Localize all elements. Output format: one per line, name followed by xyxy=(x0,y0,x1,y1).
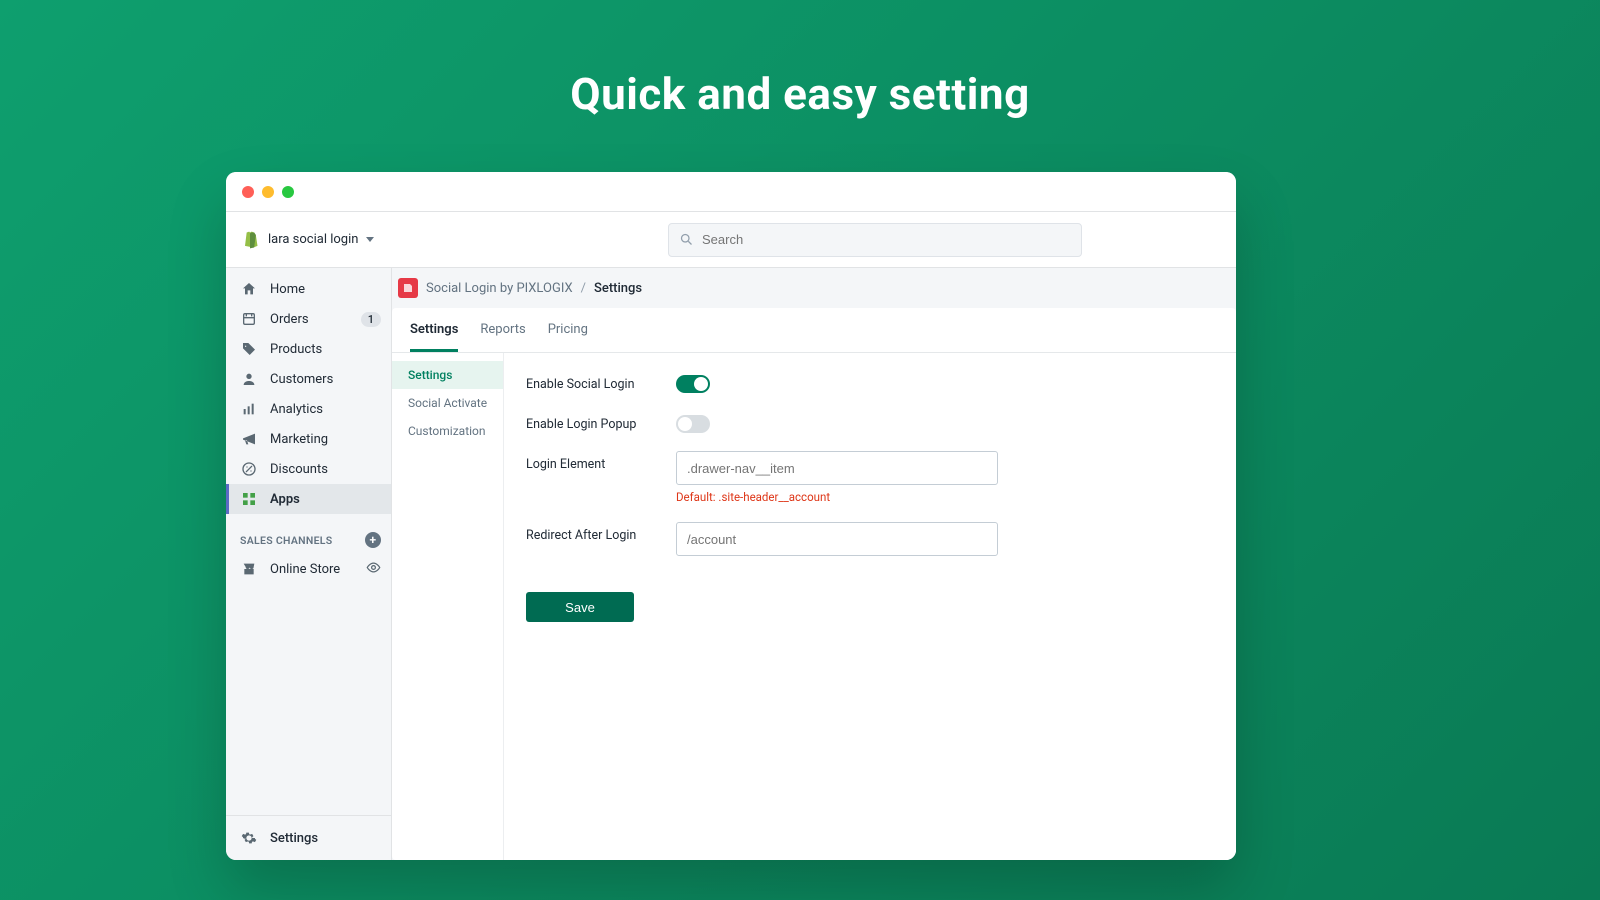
sidebar-item-home[interactable]: Home xyxy=(226,274,391,304)
sidebar-item-products[interactable]: Products xyxy=(226,334,391,364)
hero-title: Quick and easy setting xyxy=(0,0,1600,120)
login-element-input[interactable] xyxy=(676,451,998,485)
gear-icon xyxy=(240,829,258,847)
sidebar-item-analytics[interactable]: Analytics xyxy=(226,394,391,424)
store-picker[interactable]: lara social login xyxy=(240,229,374,251)
top-bar: lara social login xyxy=(226,212,1236,268)
app-window: lara social login Home Orders 1 xyxy=(226,172,1236,860)
discounts-icon xyxy=(240,460,258,478)
orders-icon xyxy=(240,310,258,328)
app-logo-icon xyxy=(398,278,418,298)
settings-subnav: Settings Social Activate Customization xyxy=(392,353,504,860)
subnav-social-activate[interactable]: Social Activate xyxy=(392,389,503,417)
sidebar-item-apps[interactable]: Apps xyxy=(226,484,391,514)
enable-login-popup-label: Enable Login Popup xyxy=(526,411,676,432)
minimize-icon[interactable] xyxy=(262,186,274,198)
sidebar-item-marketing[interactable]: Marketing xyxy=(226,424,391,454)
subnav-settings[interactable]: Settings xyxy=(392,361,503,389)
settings-form: Enable Social Login Enable Login Popup xyxy=(504,353,1236,860)
products-icon xyxy=(240,340,258,358)
save-button[interactable]: Save xyxy=(526,592,634,622)
sidebar-item-online-store[interactable]: Online Store xyxy=(226,554,391,584)
redirect-after-login-input[interactable] xyxy=(676,522,998,556)
login-element-label: Login Element xyxy=(526,451,676,472)
add-channel-button[interactable]: + xyxy=(365,532,381,548)
breadcrumb-app[interactable]: Social Login by PIXLOGIX xyxy=(426,281,573,296)
shopify-icon xyxy=(240,229,260,251)
sidebar-item-label: Customers xyxy=(270,372,381,387)
search-input[interactable] xyxy=(702,232,1071,247)
search-icon xyxy=(679,232,694,247)
eye-icon[interactable] xyxy=(366,560,381,579)
maximize-icon[interactable] xyxy=(282,186,294,198)
redirect-after-login-label: Redirect After Login xyxy=(526,522,676,543)
main-content: Social Login by PIXLOGIX / Settings Sett… xyxy=(392,268,1236,860)
enable-social-login-label: Enable Social Login xyxy=(526,371,676,392)
enable-login-popup-toggle[interactable] xyxy=(676,415,710,433)
enable-social-login-toggle[interactable] xyxy=(676,375,710,393)
marketing-icon xyxy=(240,430,258,448)
tab-settings[interactable]: Settings xyxy=(410,308,458,352)
tab-pricing[interactable]: Pricing xyxy=(548,308,588,352)
store-icon xyxy=(240,560,258,578)
analytics-icon xyxy=(240,400,258,418)
orders-badge: 1 xyxy=(361,312,381,327)
sidebar-footer: Settings xyxy=(226,815,391,860)
customers-icon xyxy=(240,370,258,388)
sidebar-item-customers[interactable]: Customers xyxy=(226,364,391,394)
close-icon[interactable] xyxy=(242,186,254,198)
sidebar-item-label: Discounts xyxy=(270,462,381,477)
sidebar-item-label: Settings xyxy=(270,831,381,846)
sidebar-item-orders[interactable]: Orders 1 xyxy=(226,304,391,334)
tab-reports[interactable]: Reports xyxy=(480,308,525,352)
breadcrumb-page: Settings xyxy=(594,281,642,296)
sidebar-item-label: Orders xyxy=(270,312,349,327)
channels-header-label: SALES CHANNELS xyxy=(240,534,333,547)
sidebar-item-discounts[interactable]: Discounts xyxy=(226,454,391,484)
login-element-helper: Default: .site-header__account xyxy=(676,490,998,504)
chevron-down-icon xyxy=(366,237,374,242)
breadcrumb: Social Login by PIXLOGIX / Settings xyxy=(392,268,1236,308)
settings-card: Settings Reports Pricing Settings Social… xyxy=(392,308,1236,860)
apps-icon xyxy=(240,490,258,508)
sidebar-item-settings[interactable]: Settings xyxy=(226,816,391,860)
sidebar-item-label: Apps xyxy=(270,492,381,507)
search-field[interactable] xyxy=(668,223,1082,257)
home-icon xyxy=(240,280,258,298)
subnav-customization[interactable]: Customization xyxy=(392,417,503,445)
sidebar-item-label: Products xyxy=(270,342,381,357)
sidebar: Home Orders 1 Products Customers A xyxy=(226,268,392,860)
sidebar-item-label: Home xyxy=(270,282,381,297)
window-titlebar xyxy=(226,172,1236,212)
tab-row: Settings Reports Pricing xyxy=(392,308,1236,353)
breadcrumb-separator: / xyxy=(581,281,586,296)
sidebar-item-label: Online Store xyxy=(270,562,354,577)
sidebar-item-label: Analytics xyxy=(270,402,381,417)
sidebar-item-label: Marketing xyxy=(270,432,381,447)
sales-channels-header: SALES CHANNELS + xyxy=(226,514,391,554)
store-name: lara social login xyxy=(268,232,358,247)
